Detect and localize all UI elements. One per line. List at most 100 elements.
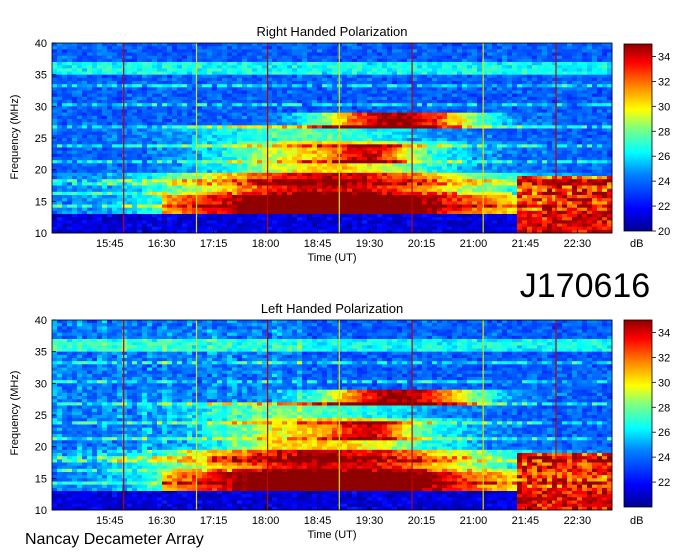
heatmap-cell [582, 115, 588, 120]
heatmap-cell [577, 169, 583, 174]
heatmap-cell [547, 172, 553, 177]
heatmap-cell [152, 49, 158, 53]
heatmap-cell [582, 150, 588, 155]
heatmap-cell [72, 160, 78, 164]
heatmap-cell [462, 55, 468, 60]
heatmap-cell [167, 128, 173, 133]
heatmap-cell [447, 100, 453, 104]
heatmap-cell [282, 131, 288, 136]
heatmap-cell [522, 131, 528, 136]
heatmap-cell [127, 100, 133, 104]
heatmap-cell [347, 55, 353, 60]
heatmap-cell [127, 71, 133, 76]
heatmap-cell [102, 134, 108, 139]
heatmap-cell [197, 96, 203, 101]
heatmap-cell [162, 138, 168, 142]
heatmap-cell [422, 122, 428, 126]
heatmap-cell [417, 77, 423, 82]
heatmap-cell [452, 147, 458, 152]
heatmap-cell [577, 141, 583, 145]
heatmap-cell [562, 128, 568, 133]
heatmap-cell [607, 65, 613, 69]
heatmap-cell [412, 84, 418, 88]
heatmap-cell [217, 68, 223, 72]
heatmap-cell [587, 141, 593, 145]
heatmap-cell [167, 58, 173, 63]
heatmap-cell [297, 163, 303, 167]
heatmap-cell [362, 84, 368, 88]
heatmap-cell [577, 71, 583, 76]
heatmap-cell [507, 172, 513, 177]
heatmap-cell [227, 55, 233, 60]
heatmap-cell [212, 182, 218, 186]
heatmap-cell [472, 74, 478, 79]
heatmap-cell [322, 125, 328, 129]
heatmap-cell [197, 71, 203, 76]
heatmap-cell [77, 100, 83, 104]
heatmap-cell [547, 150, 553, 155]
heatmap-cell [382, 46, 388, 50]
heatmap-cell [67, 87, 73, 91]
heatmap-cell [597, 74, 603, 79]
heatmap-cell [352, 43, 358, 47]
heatmap-cell [52, 87, 58, 91]
heatmap-cell [502, 166, 508, 171]
heatmap-cell [457, 74, 463, 79]
heatmap-cell [497, 46, 503, 50]
heatmap-cell [597, 62, 603, 66]
heatmap-cell [82, 147, 88, 152]
heatmap-cell [372, 179, 378, 183]
heatmap-cell [292, 71, 298, 76]
heatmap-cell [447, 109, 453, 114]
heatmap-cell [537, 43, 543, 47]
heatmap-cell [107, 115, 113, 120]
heatmap-cell [317, 93, 323, 98]
heatmap-cell [497, 81, 503, 85]
heatmap-cell [102, 169, 108, 174]
heatmap-cell [257, 103, 263, 107]
heatmap-cell [412, 58, 418, 63]
heatmap-cell [452, 77, 458, 82]
heatmap-cell [87, 55, 93, 60]
heatmap-cell [97, 81, 103, 85]
heatmap-cell [387, 106, 393, 110]
heatmap-cell [257, 153, 263, 158]
heatmap-cell [287, 87, 293, 91]
heatmap-cell [77, 84, 83, 88]
heatmap-cell [167, 90, 173, 95]
figure: Right Handed Polarization 15:45 16:30 17:1… [9, 24, 670, 548]
heatmap-cell [387, 81, 393, 85]
heatmap-cell [282, 81, 288, 85]
heatmap-cell [312, 131, 318, 136]
heatmap-cell [367, 153, 373, 158]
heatmap-cell [382, 166, 388, 171]
heatmap-cell [607, 55, 613, 60]
heatmap-cell [367, 62, 373, 66]
heatmap-cell [567, 157, 573, 161]
heatmap-cell [467, 112, 473, 117]
heatmap-cell [332, 52, 338, 57]
heatmap-cell [222, 160, 228, 164]
heatmap-cell [62, 163, 68, 167]
heatmap-cell [422, 109, 428, 114]
heatmap-cell [122, 74, 128, 79]
heatmap-cell [397, 163, 403, 167]
heatmap-cell [57, 144, 63, 148]
heatmap-cell [252, 141, 258, 145]
heatmap-cell [417, 128, 423, 133]
heatmap-cell [232, 43, 238, 47]
heatmap-cell [97, 52, 103, 57]
heatmap-cell [357, 49, 363, 53]
heatmap-cell [242, 49, 248, 53]
heatmap-cell [232, 106, 238, 110]
heatmap-cell [562, 84, 568, 88]
heatmap-cell [442, 163, 448, 167]
heatmap-cell [602, 115, 608, 120]
heatmap-cell [447, 176, 453, 180]
heatmap-cell [177, 112, 183, 117]
heatmap-cell [422, 71, 428, 76]
heatmap-cell [457, 153, 463, 158]
heatmap-cell [217, 134, 223, 139]
heatmap-cell [67, 77, 73, 82]
heatmap-cell [322, 81, 328, 85]
